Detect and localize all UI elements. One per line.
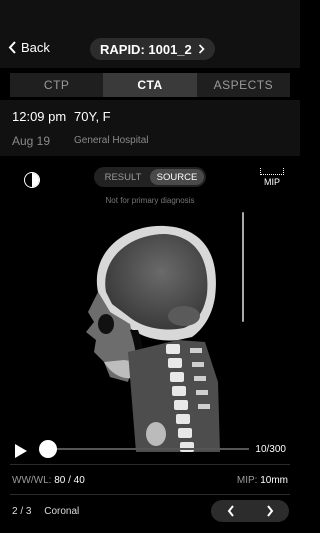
chevron-left-icon <box>8 41 16 54</box>
frame-slider-track[interactable] <box>49 448 249 450</box>
tab-cta[interactable]: CTA <box>103 73 197 97</box>
result-source-toggle: RESULT SOURCE <box>94 167 206 187</box>
toggle-source[interactable]: SOURCE <box>150 169 204 185</box>
ct-scan-image[interactable] <box>80 212 245 452</box>
hospital-name: General Hospital <box>74 135 149 146</box>
window-level[interactable]: WW/WL: 80 / 40 <box>12 475 85 486</box>
frame-counter: 10/300 <box>255 444 286 455</box>
next-icon <box>266 505 273 517</box>
series-index: 2 / 3 <box>12 506 32 517</box>
next-series-button[interactable] <box>250 500 289 522</box>
tab-aspects[interactable]: ASPECTS <box>197 73 290 97</box>
mip-icon <box>260 168 284 175</box>
toggle-result[interactable]: RESULT <box>96 169 150 185</box>
mip-label: MIP <box>263 177 280 187</box>
back-button[interactable]: Back <box>8 40 50 55</box>
divider <box>10 464 290 465</box>
play-icon[interactable] <box>14 443 28 459</box>
series-plane: Coronal <box>44 506 80 517</box>
patient-info-panel: 12:09 pm 70Y, F Aug 19 General Hospital <box>0 100 300 156</box>
study-label: RAPID: 1001_2 <box>100 41 192 57</box>
chevron-right-icon <box>198 44 205 54</box>
wwwl-label: WW/WL: <box>12 475 52 486</box>
study-selector[interactable]: RAPID: 1001_2 <box>90 38 215 60</box>
module-tabs: CTP CTA ASPECTS <box>10 73 290 97</box>
disclaimer-text: Not for primary diagnosis <box>105 196 195 205</box>
contrast-icon[interactable] <box>24 172 40 188</box>
mip-button[interactable]: MIP <box>260 168 284 187</box>
mip-thickness-value: 10mm <box>260 475 288 486</box>
scan-date: Aug 19 <box>12 134 51 148</box>
navigation-bar: Back RAPID: 1001_2 <box>0 0 300 68</box>
frame-slider-thumb[interactable] <box>39 440 57 458</box>
series-info: 2 / 3 Coronal <box>12 506 79 517</box>
series-pager <box>211 500 289 522</box>
back-label: Back <box>21 40 50 55</box>
wwwl-value: 80 / 40 <box>54 475 85 486</box>
patient-demographics: 70Y, F <box>74 109 111 124</box>
tab-ctp[interactable]: CTP <box>10 73 103 97</box>
mip-thickness[interactable]: MIP: 10mm <box>237 475 288 486</box>
previous-series-button[interactable] <box>211 500 250 522</box>
stack-scrollbar[interactable] <box>242 212 244 322</box>
divider <box>10 494 290 495</box>
prev-icon <box>227 505 234 517</box>
mip-thickness-label: MIP: <box>236 475 258 486</box>
scan-time: 12:09 pm <box>12 109 67 124</box>
